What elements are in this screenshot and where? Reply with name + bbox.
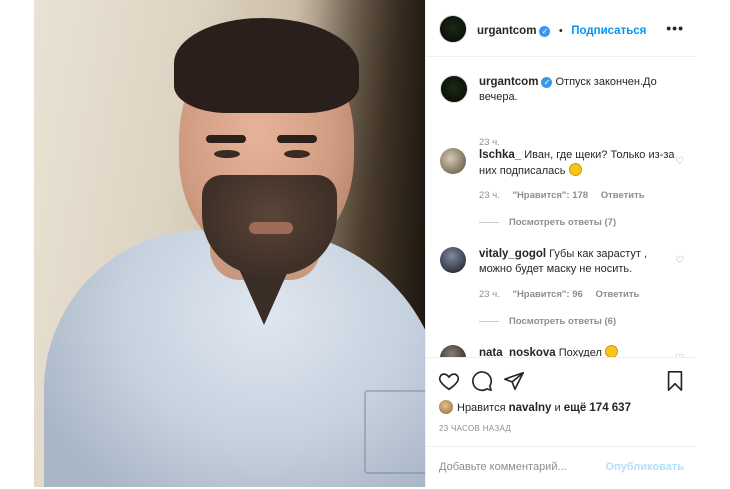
publish-button[interactable]: Опубликовать bbox=[605, 461, 684, 473]
photo-mouth bbox=[249, 222, 293, 234]
photo-eye-left bbox=[214, 150, 240, 158]
commenter-avatar[interactable] bbox=[440, 345, 466, 357]
replies-divider-line bbox=[479, 221, 499, 223]
grinning-sweat-emoji-icon bbox=[568, 163, 582, 176]
comment-meta: 23 ч. "Нравится": 96 Ответить bbox=[479, 287, 639, 302]
comment-username[interactable]: vitaly_gogol bbox=[479, 248, 546, 260]
post-actions: Нравится navalny и ещё 174 637 23 ЧАСОВ … bbox=[426, 357, 696, 488]
replies-divider-line bbox=[479, 320, 499, 322]
post-side-panel: urgantcom ✓ • Подписаться ••• urgantcom ✓ … bbox=[425, 0, 696, 487]
post-header: urgantcom ✓ • Подписаться ••• bbox=[426, 0, 696, 57]
add-comment-bar: Добавьте комментарий... Опубликовать bbox=[426, 446, 696, 489]
comment-like-heart-icon[interactable]: ♡ bbox=[675, 154, 684, 169]
photo-hair bbox=[174, 18, 359, 113]
comment-time[interactable]: 23 ч. bbox=[479, 289, 500, 300]
comment-text-block: lschka_ Иван, где щеки? Только из-за них… bbox=[479, 148, 679, 179]
comment-reply-button[interactable]: Ответить bbox=[595, 289, 639, 300]
comment-time[interactable]: 23 ч. bbox=[479, 190, 500, 201]
caption-username[interactable]: urgantcom bbox=[479, 76, 538, 88]
comment-icon[interactable] bbox=[471, 370, 493, 392]
comment-text-block: nata_noskova Похудел bbox=[479, 345, 679, 357]
photo-eye-right bbox=[284, 150, 310, 158]
likes-summary[interactable]: Нравится navalny и ещё 174 637 bbox=[439, 400, 631, 414]
commenter-avatar[interactable] bbox=[440, 148, 466, 174]
view-replies-button[interactable]: Посмотреть ответы (7) bbox=[479, 215, 616, 230]
share-icon[interactable] bbox=[503, 370, 525, 392]
liker-avatar bbox=[439, 400, 453, 414]
comment-meta: 23 ч. "Нравится": 178 Ответить bbox=[479, 188, 645, 203]
comment-reply-button[interactable]: Ответить bbox=[601, 190, 645, 201]
more-dots-icon[interactable]: ••• bbox=[666, 20, 684, 36]
verified-badge-icon: ✓ bbox=[541, 77, 553, 88]
heart-icon[interactable] bbox=[438, 370, 460, 392]
caption-avatar[interactable] bbox=[440, 75, 468, 103]
author-username[interactable]: urgantcom bbox=[477, 25, 536, 37]
comment-input[interactable]: Добавьте комментарий... bbox=[439, 461, 567, 473]
header-author-line: urgantcom ✓ • Подписаться bbox=[477, 21, 646, 39]
comments-list[interactable]: urgantcom ✓ Отпуск закончен.До вечера. 23… bbox=[426, 57, 696, 357]
follow-button[interactable]: Подписаться bbox=[571, 25, 646, 37]
comment-likes-count[interactable]: "Нравится": 96 bbox=[512, 289, 582, 300]
comment-text-block: vitaly_gogol Губы как зарастут , можно б… bbox=[479, 247, 679, 277]
likes-prefix: Нравится bbox=[457, 402, 506, 414]
post-photo[interactable] bbox=[34, 0, 425, 487]
photo-brow-left bbox=[206, 135, 246, 143]
comment-username[interactable]: nata_noskova bbox=[479, 347, 556, 357]
verified-badge-icon: ✓ bbox=[539, 26, 551, 37]
likes-conjunction: и bbox=[554, 402, 561, 414]
commenter-avatar[interactable] bbox=[440, 247, 466, 273]
comment-like-heart-icon[interactable]: ♡ bbox=[675, 253, 684, 268]
separator-dot: • bbox=[558, 25, 563, 37]
caption-text-block: urgantcom ✓ Отпуск закончен.До вечера. bbox=[479, 75, 679, 105]
liker-username[interactable]: navalny bbox=[509, 402, 552, 414]
comment-username[interactable]: lschka_ bbox=[479, 149, 521, 161]
comment-text: Похудел bbox=[558, 347, 602, 357]
view-replies-button[interactable]: Посмотреть ответы (6) bbox=[479, 314, 616, 329]
comment-likes-count[interactable]: "Нравится": 178 bbox=[512, 190, 588, 201]
photo-brow-right bbox=[277, 135, 317, 143]
likes-count[interactable]: ещё 174 637 bbox=[564, 402, 631, 414]
bookmark-icon[interactable] bbox=[664, 370, 686, 392]
smiling-emoji-icon bbox=[604, 345, 618, 357]
view-replies-label: Посмотреть ответы (7) bbox=[509, 217, 617, 228]
post-time-ago[interactable]: 23 ЧАСОВ НАЗАД bbox=[439, 424, 511, 433]
view-replies-label: Посмотреть ответы (6) bbox=[509, 316, 617, 327]
author-avatar[interactable] bbox=[439, 15, 467, 43]
photo-pocket bbox=[364, 390, 425, 474]
